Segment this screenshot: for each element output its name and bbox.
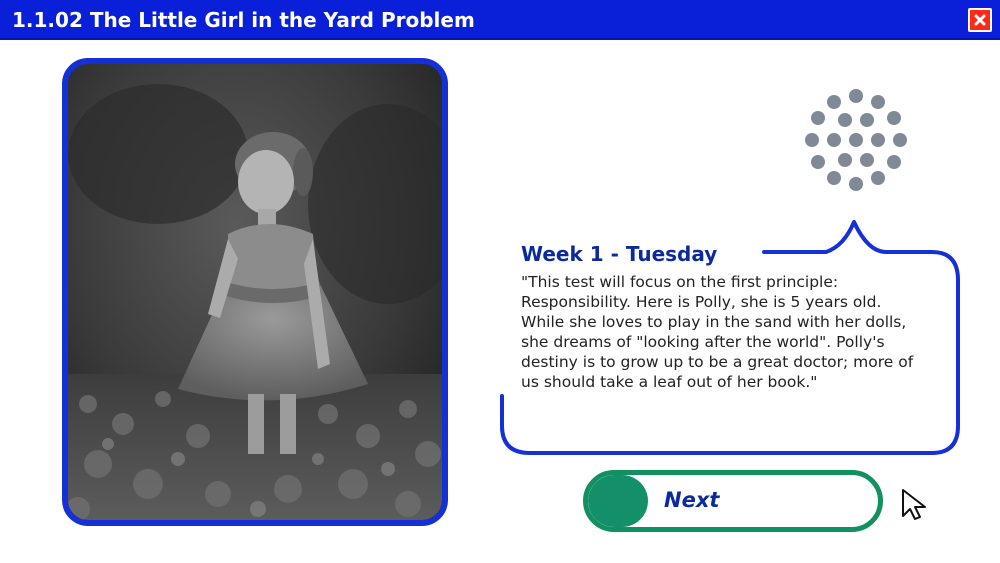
photo-girl-in-field — [68, 64, 442, 520]
close-icon — [974, 14, 986, 26]
close-button[interactable] — [968, 8, 992, 32]
mouse-pointer-icon — [902, 489, 926, 520]
loading-dots-icon — [805, 89, 907, 191]
next-button[interactable]: Next — [583, 470, 883, 532]
next-button-label: Next — [664, 488, 720, 512]
story-photo — [62, 58, 448, 526]
window-title: 1.1.02 The Little Girl in the Yard Probl… — [12, 8, 475, 32]
bubble-heading: Week 1 - Tuesday — [521, 242, 718, 266]
next-button-knob — [588, 475, 648, 527]
title-bar: 1.1.02 The Little Girl in the Yard Probl… — [0, 0, 1000, 40]
bubble-text: "This test will focus on the first princ… — [521, 273, 914, 391]
